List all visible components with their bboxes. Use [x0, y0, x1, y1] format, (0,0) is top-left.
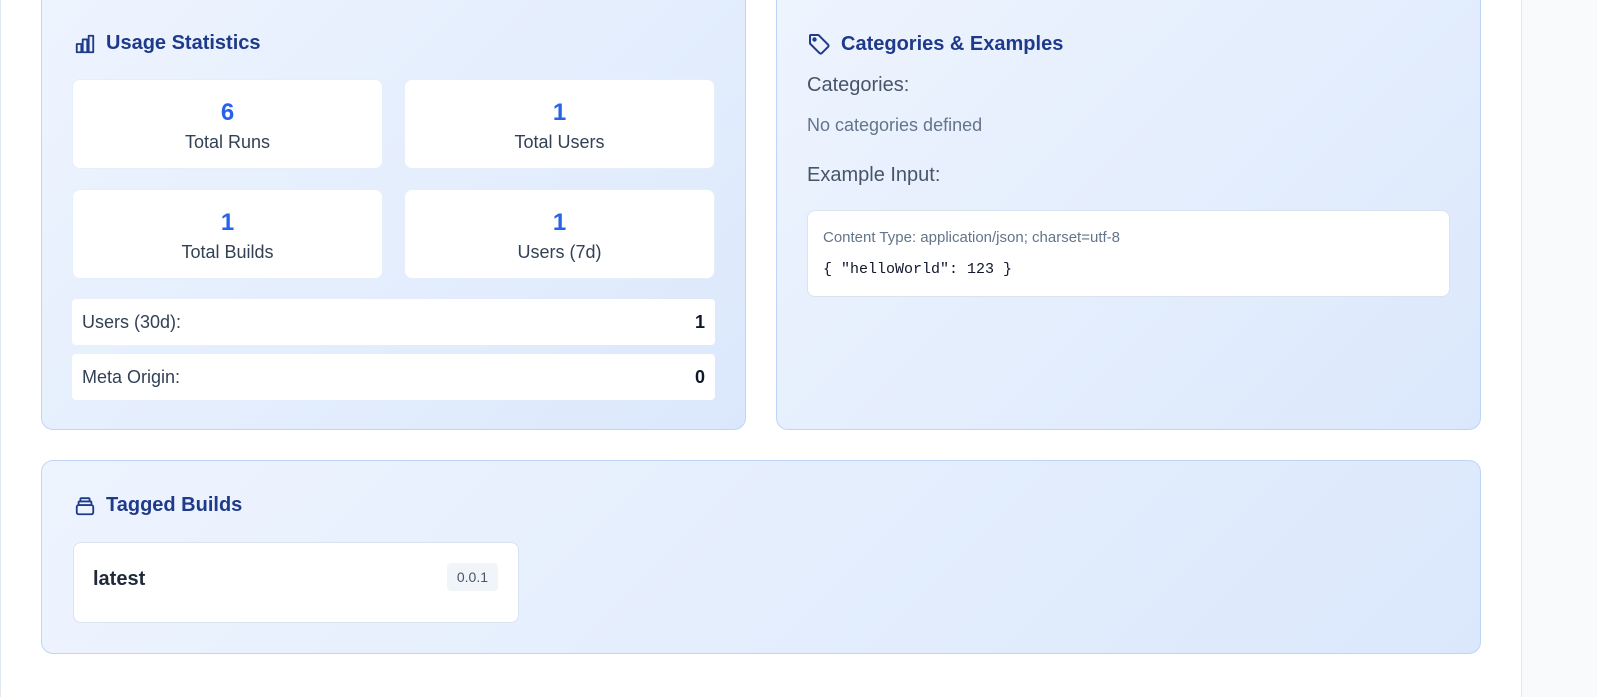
categories-examples-panel: Categories & Examples Categories: No cat… [776, 0, 1481, 430]
stat-card-users-7d: 1 Users (7d) [404, 189, 715, 279]
tag-icon [807, 32, 831, 56]
usage-statistics-panel: Usage Statistics 6 Total Runs 1 Total Us… [41, 0, 746, 430]
categories-examples-header: Categories & Examples [807, 32, 1063, 56]
stat-value: 6 [220, 99, 235, 126]
stat-label: Users (7d) [517, 242, 602, 262]
stat-card-total-builds: 1 Total Builds [72, 189, 383, 279]
tagged-builds-panel: Tagged Builds latest 0.0.1 [41, 460, 1481, 654]
stat-card-total-runs: 6 Total Runs [72, 79, 383, 169]
stat-card-total-users: 1 Total Users [404, 79, 715, 169]
left-divider [0, 0, 1, 697]
example-input-box: Content Type: application/json; charset=… [807, 210, 1450, 297]
usage-statistics-header: Usage Statistics [74, 32, 261, 55]
row-value: 0 [694, 366, 705, 387]
tagged-builds-header: Tagged Builds [74, 494, 242, 517]
usage-statistics-title: Usage Statistics [106, 32, 261, 54]
example-input-label: Example Input: [807, 164, 941, 186]
stat-value: 1 [552, 99, 567, 126]
stat-value: 1 [552, 209, 567, 236]
categories-examples-title: Categories & Examples [841, 32, 1064, 55]
build-tag: latest [93, 568, 146, 590]
right-gutter [1521, 0, 1597, 697]
build-card-latest[interactable]: latest 0.0.1 [73, 542, 519, 623]
bar-chart-icon [74, 33, 96, 55]
users-30d-row: Users (30d): 1 [72, 299, 715, 345]
layers-icon [74, 495, 96, 517]
example-code: { "helloWorld": 123 } [823, 261, 1013, 278]
stat-value: 1 [220, 209, 235, 236]
content-type-text: Content Type: application/json; charset=… [823, 229, 1120, 246]
version-badge: 0.0.1 [446, 563, 498, 591]
row-value: 1 [694, 311, 705, 332]
page: Usage Statistics 6 Total Runs 1 Total Us… [0, 0, 1597, 697]
stat-label: Total Users [514, 132, 605, 152]
categories-empty-text: No categories defined [807, 115, 983, 135]
stat-label: Total Builds [181, 242, 274, 262]
row-label: Users (30d): [82, 311, 182, 332]
meta-origin-row: Meta Origin: 0 [72, 354, 715, 400]
stat-label: Total Runs [184, 132, 271, 152]
row-label: Meta Origin: [82, 366, 181, 387]
tagged-builds-title: Tagged Builds [106, 494, 243, 516]
categories-label: Categories: [807, 74, 910, 96]
